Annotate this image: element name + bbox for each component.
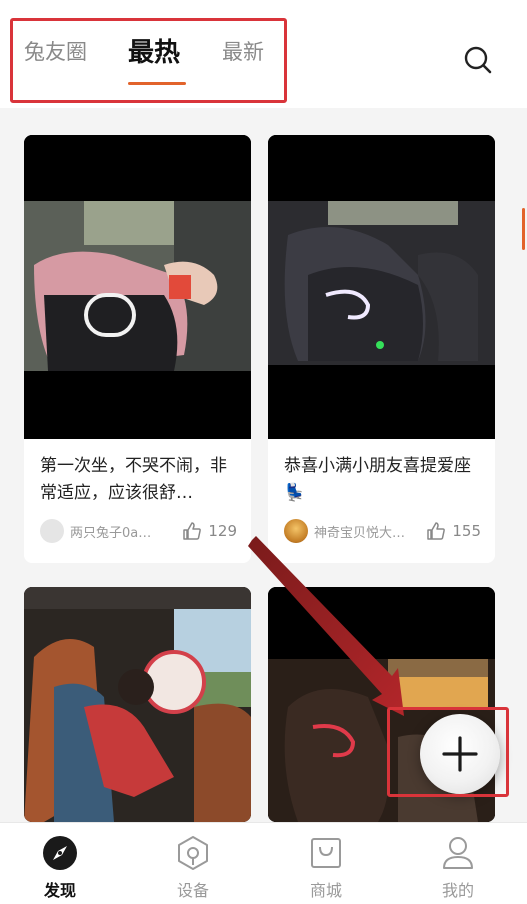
add-post-button[interactable] [420,714,500,794]
nav-label: 发现 [43,881,76,900]
nav-label: 设备 [176,881,209,900]
compass-icon [43,836,77,870]
nav-label: 我的 [441,881,474,900]
nav-item-profile[interactable]: 我的 [418,835,498,901]
bottom-navigation: 发现 设备 商城 我的 [0,822,527,904]
nav-item-discover[interactable]: 发现 [20,835,100,901]
nav-item-device[interactable]: 设备 [153,835,233,901]
user-icon [443,837,473,869]
nav-item-shop[interactable]: 商城 [286,835,366,901]
nav-label: 商城 [309,881,342,900]
device-icon [178,836,208,870]
shopping-bag-icon [311,838,341,868]
plus-icon [442,736,478,772]
